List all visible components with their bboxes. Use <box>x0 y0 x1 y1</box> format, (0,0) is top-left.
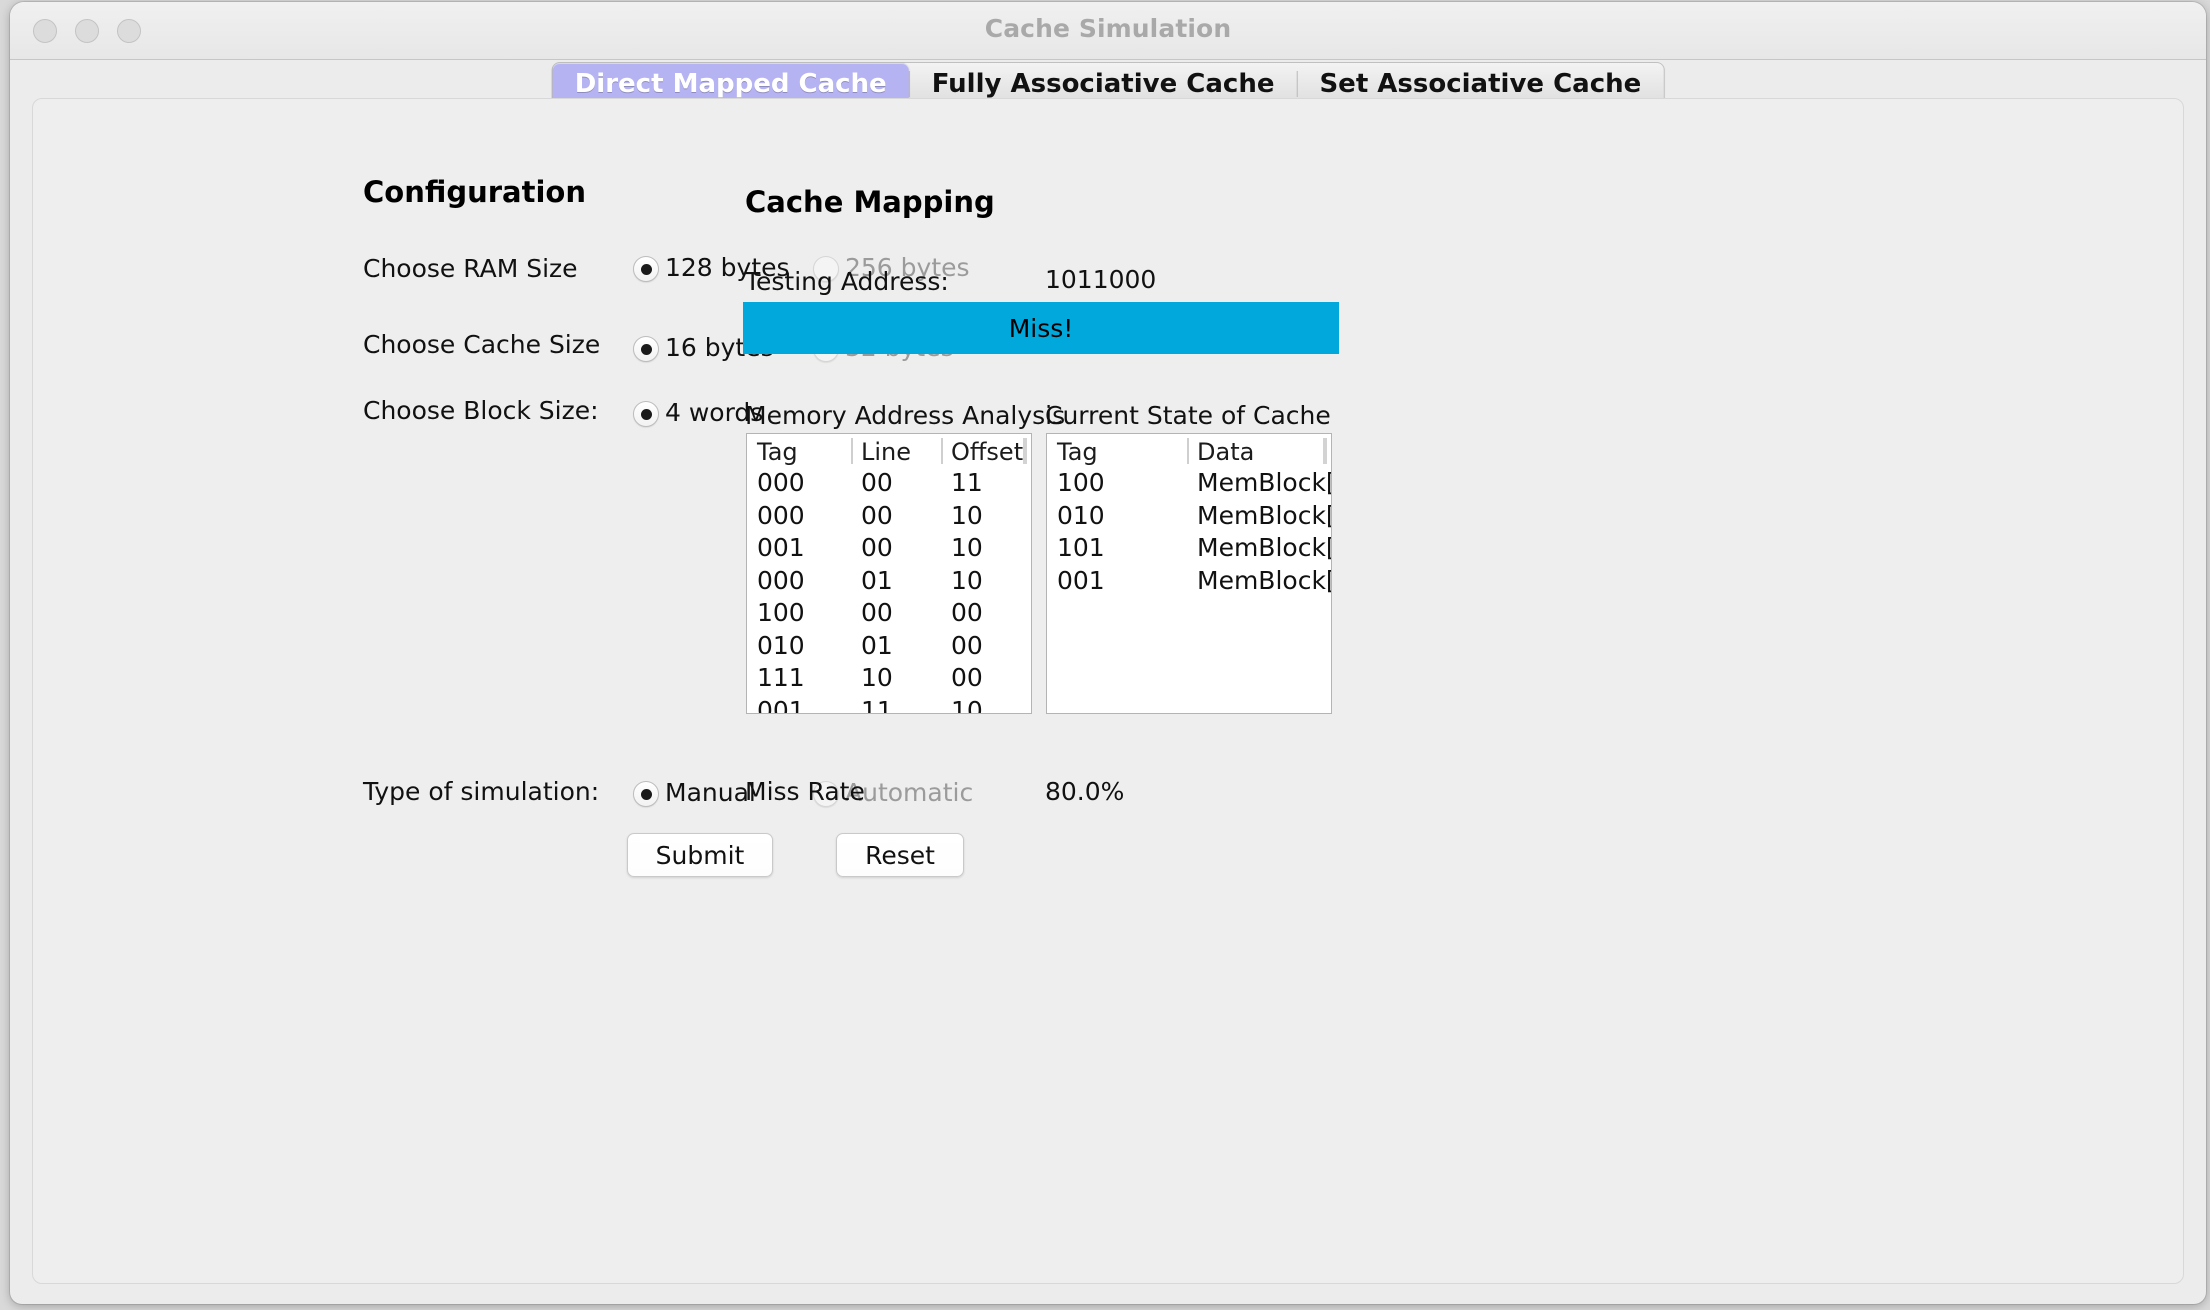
memory-address-analysis-title: Memory Address Analysis <box>745 401 1066 430</box>
cell-offset: 00 <box>951 598 983 627</box>
cell-tag: 111 <box>757 663 805 692</box>
cell-data: MemBlock[9] <box>1197 500 1331 530</box>
table-row[interactable]: 000 00 10 <box>747 501 1031 534</box>
memory-address-analysis-table[interactable]: Tag Line Offset 000 00 11 000 00 10 001 00 10 000… <box>746 433 1032 714</box>
cell-data: MemBlock[22] <box>1197 533 1332 562</box>
column-header-line: Line <box>861 438 912 466</box>
cell-offset: 10 <box>951 533 983 562</box>
column-header-tag: Tag <box>1057 438 1098 466</box>
cell-tag: 001 <box>1057 565 1105 595</box>
cell-line: 01 <box>861 630 893 660</box>
submit-button[interactable]: Submit <box>627 833 773 877</box>
table-row[interactable]: 001 00 10 <box>747 533 1031 566</box>
cache-state-title: Current State of Cache <box>1045 401 1331 430</box>
status-badge: Miss! <box>743 302 1339 354</box>
table-row[interactable]: 111 10 00 <box>747 663 1031 696</box>
column-header-tag: Tag <box>757 438 798 466</box>
cell-data: MemBlock[7] <box>1197 565 1331 595</box>
table-row[interactable]: 010 MemBlock[9] <box>1047 501 1331 534</box>
cell-data: MemBlock[16] <box>1197 468 1332 497</box>
vertical-scrollbar[interactable] <box>1023 438 1027 464</box>
radio-ram-128[interactable] <box>633 256 659 282</box>
simulation-type-label: Type of simulation: <box>363 777 600 806</box>
cache-mapping-heading: Cache Mapping <box>745 185 995 219</box>
cell-line: 00 <box>861 468 893 497</box>
cell-line: 11 <box>861 695 893 714</box>
table-row[interactable]: 000 00 11 <box>747 468 1031 501</box>
column-divider <box>941 438 943 464</box>
table-row[interactable]: 000 01 10 <box>747 566 1031 599</box>
testing-address-label: Testing Address: <box>745 267 949 296</box>
cell-offset: 11 <box>951 468 983 497</box>
cell-line: 10 <box>861 663 893 692</box>
cell-line: 00 <box>861 598 893 627</box>
cell-offset: 10 <box>951 500 983 530</box>
reset-button[interactable]: Reset <box>836 833 964 877</box>
table-row[interactable]: 100 00 00 <box>747 598 1031 631</box>
miss-rate-label: Miss Rate <box>745 777 865 806</box>
table-header-row: Tag Line Offset <box>747 434 1031 468</box>
cell-offset: 00 <box>951 663 983 692</box>
table-row[interactable]: 010 01 00 <box>747 631 1031 664</box>
radio-simulation-manual[interactable] <box>633 781 659 807</box>
cell-tag: 100 <box>757 598 805 627</box>
cell-offset: 10 <box>951 695 983 714</box>
window-titlebar: Cache Simulation <box>10 2 2206 60</box>
cell-tag: 001 <box>757 695 805 714</box>
table-header-row: Tag Data <box>1047 434 1331 468</box>
window-title: Cache Simulation <box>984 14 1232 43</box>
block-size-label: Choose Block Size: <box>363 396 599 425</box>
vertical-scrollbar[interactable] <box>1323 438 1327 464</box>
table-row[interactable]: 001 11 10 <box>747 695 1031 714</box>
radio-simulation-manual-label: Manual <box>665 778 756 807</box>
column-header-data: Data <box>1197 438 1255 466</box>
testing-address-value: 1011000 <box>1045 265 1157 294</box>
cell-tag: 010 <box>1057 500 1105 530</box>
cache-size-label: Choose Cache Size <box>363 330 601 359</box>
radio-cache-16[interactable] <box>633 336 659 362</box>
column-divider <box>1187 438 1189 464</box>
cell-line: 01 <box>861 565 893 595</box>
cell-tag: 101 <box>1057 533 1105 562</box>
cell-tag: 100 <box>1057 468 1105 497</box>
column-divider <box>851 438 853 464</box>
table-row[interactable]: 100 MemBlock[16] <box>1047 468 1331 501</box>
miss-rate-value: 80.0% <box>1045 777 1125 806</box>
cell-offset: 00 <box>951 630 983 660</box>
radio-block-4-words[interactable] <box>633 401 659 427</box>
cell-line: 00 <box>861 500 893 530</box>
cell-offset: 10 <box>951 565 983 595</box>
table-row[interactable]: 001 MemBlock[7] <box>1047 566 1331 599</box>
cell-tag: 010 <box>757 630 805 660</box>
cell-tag: 000 <box>757 468 805 497</box>
cell-tag: 000 <box>757 565 805 595</box>
column-header-offset: Offset <box>951 438 1024 466</box>
table-row[interactable]: 101 MemBlock[22] <box>1047 533 1331 566</box>
configuration-heading: Configuration <box>363 175 586 209</box>
cell-tag: 000 <box>757 500 805 530</box>
app-window: Cache Simulation Direct Mapped Cache Ful… <box>10 2 2206 1304</box>
cell-line: 00 <box>861 533 893 562</box>
ram-size-label: Choose RAM Size <box>363 254 578 283</box>
content-panel: Configuration Choose RAM Size 128 bytes … <box>32 98 2184 1284</box>
cell-tag: 001 <box>757 533 805 562</box>
cache-state-table[interactable]: Tag Data 100MemBlock[16]010MemBlock[9]10… <box>1046 433 1332 714</box>
